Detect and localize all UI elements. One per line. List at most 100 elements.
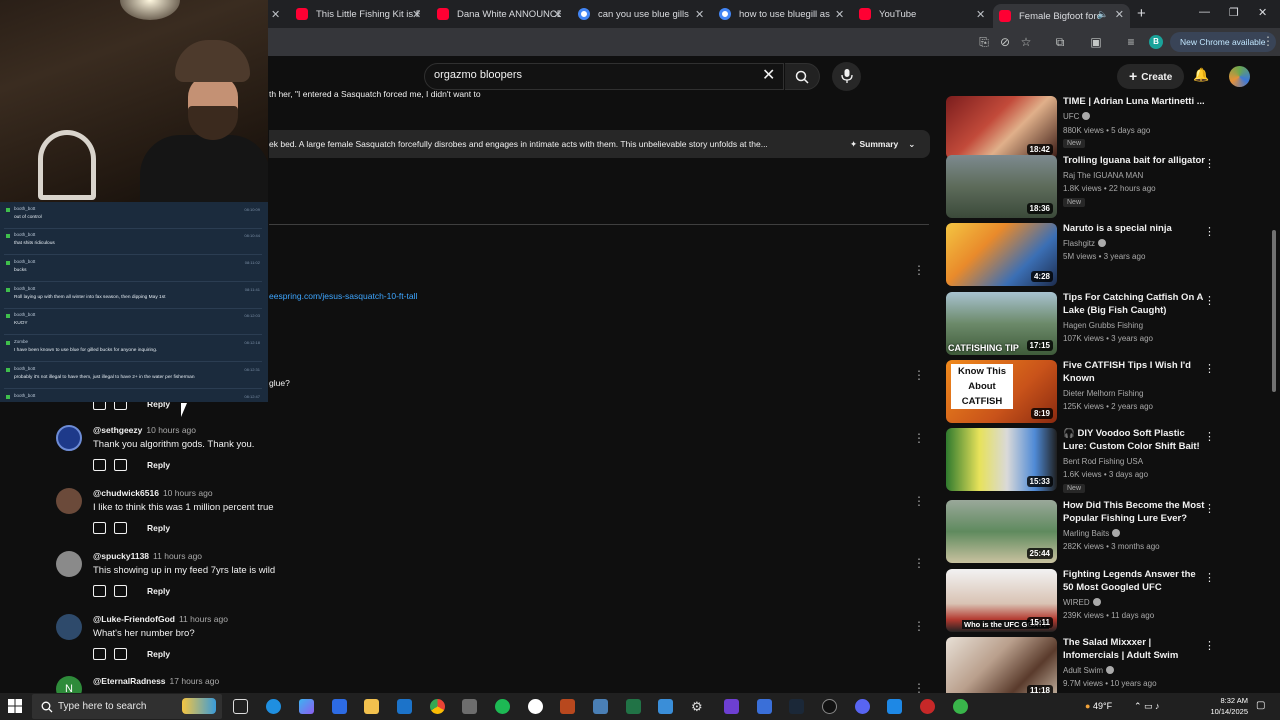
- sidebar-video[interactable]: 25:44 How Did This Become the Most Popul…: [946, 500, 1266, 566]
- sidebar-video[interactable]: 18:42 TIME | Adrian Luna Martinetti ... …: [946, 96, 1266, 162]
- more-icon[interactable]: ⋮: [913, 619, 925, 633]
- comment-author[interactable]: @EternalRadness 17 hours ago: [93, 676, 219, 686]
- reply-button[interactable]: Reply: [147, 523, 170, 533]
- channel-name[interactable]: Marling Baits: [1063, 529, 1121, 538]
- sidebar-video[interactable]: Know This About CATFISH 8:19 Five CATFIS…: [946, 360, 1266, 426]
- edge-icon[interactable]: [266, 699, 281, 714]
- video-thumbnail[interactable]: 11:18: [946, 637, 1057, 700]
- comment-author[interactable]: @chudwick6516 10 hours ago: [93, 488, 213, 498]
- channel-name[interactable]: Flashgitz: [1063, 239, 1107, 248]
- close-window-icon[interactable]: ✕: [1258, 6, 1267, 19]
- sidepanel-icon[interactable]: ▣: [1089, 35, 1103, 49]
- calculator-icon[interactable]: [626, 699, 641, 714]
- more-icon[interactable]: ⋮: [1204, 294, 1215, 307]
- sidebar-video[interactable]: 18:36 Trolling Iguana bait for alligator…: [946, 155, 1266, 221]
- tab-0[interactable]: This Little Fishing Kit is Fir: [290, 3, 430, 25]
- comment-author[interactable]: @Luke-FriendofGod 11 hours ago: [93, 614, 228, 624]
- avatar[interactable]: [56, 488, 82, 514]
- video-thumbnail[interactable]: 15:33: [946, 428, 1057, 491]
- channel-name[interactable]: UFC: [1063, 112, 1091, 121]
- notification-icon[interactable]: ▢: [1256, 700, 1265, 711]
- tab-2[interactable]: can you use blue gills for: [572, 3, 712, 25]
- reply-button[interactable]: Reply: [147, 586, 170, 596]
- discord-icon[interactable]: [855, 699, 870, 714]
- dislike-icon[interactable]: [114, 522, 127, 534]
- channel-name[interactable]: Hagen Grubbs Fishing: [1063, 321, 1143, 330]
- comment-author[interactable]: @spucky1138 11 hours ago: [93, 551, 202, 561]
- more-icon[interactable]: ⋮: [913, 494, 925, 508]
- app-icon[interactable]: [887, 699, 902, 714]
- clear-search-icon[interactable]: ✕: [762, 65, 775, 85]
- video-thumbnail[interactable]: 4:28: [946, 223, 1057, 286]
- tray-icons[interactable]: ⌃ ▭ ♪: [1134, 701, 1160, 712]
- cast-icon[interactable]: ⎘: [977, 35, 991, 49]
- video-title[interactable]: Fighting Legends Answer the 50 Most Goog…: [1063, 569, 1205, 594]
- channel-name[interactable]: WIRED: [1063, 598, 1101, 607]
- video-title[interactable]: The Salad Mixxxer | Infomercials | Adult…: [1063, 637, 1205, 662]
- more-icon[interactable]: ⋮: [1204, 571, 1215, 584]
- summary-button[interactable]: ✦ Summary ⌄: [850, 139, 915, 150]
- video-title[interactable]: Five CATFISH Tips I Wish I'd Known: [1063, 360, 1205, 385]
- file-explorer-icon[interactable]: [364, 699, 379, 714]
- app-icon[interactable]: [560, 699, 575, 714]
- create-button[interactable]: + Create: [1117, 64, 1185, 89]
- video-title[interactable]: TIME | Adrian Luna Martinetti ...: [1063, 96, 1205, 109]
- app-icon[interactable]: [724, 699, 739, 714]
- close-icon[interactable]: ✕: [835, 8, 844, 21]
- more-icon[interactable]: ⋮: [1204, 639, 1215, 652]
- channel-name[interactable]: Bent Rod Fishing USA: [1063, 457, 1143, 466]
- tab-4[interactable]: YouTube: [853, 3, 983, 25]
- store-icon[interactable]: [332, 699, 347, 714]
- like-icon[interactable]: [93, 459, 106, 471]
- close-icon[interactable]: ✕: [412, 8, 421, 21]
- avatar[interactable]: [56, 551, 82, 577]
- app-icon[interactable]: [822, 699, 837, 714]
- chrome-icon[interactable]: [430, 699, 445, 714]
- spotify-icon[interactable]: [495, 699, 510, 714]
- chrome-menu-icon[interactable]: ⋮: [1262, 34, 1274, 48]
- app-icon[interactable]: [920, 699, 935, 714]
- video-title[interactable]: Trolling Iguana bait for alligator: [1063, 155, 1205, 168]
- description-link[interactable]: eespring.com/jesus-sasquatch-10-ft-tall: [269, 291, 417, 301]
- video-thumbnail[interactable]: 18:42: [946, 96, 1057, 159]
- channel-name[interactable]: Raj The IGUANA MAN: [1063, 171, 1143, 180]
- video-title[interactable]: Tips For Catching Catfish On A Lake (Big…: [1063, 292, 1205, 317]
- steam-icon[interactable]: [789, 699, 804, 714]
- video-title[interactable]: Naruto is a special ninja: [1063, 223, 1205, 236]
- close-icon[interactable]: ✕: [695, 8, 704, 21]
- close-icon[interactable]: ✕: [271, 8, 280, 21]
- app-icon[interactable]: [593, 699, 608, 714]
- avatar[interactable]: [56, 425, 82, 451]
- like-icon[interactable]: [93, 522, 106, 534]
- copilot-icon[interactable]: [299, 699, 314, 714]
- eye-off-icon[interactable]: ⊘: [998, 35, 1012, 49]
- search-button[interactable]: [785, 63, 820, 90]
- sidebar-video[interactable]: Who is the UFC GOAT? 15:11 Fighting Lege…: [946, 569, 1266, 635]
- tab-1[interactable]: Dana White ANNOUNCES: [431, 3, 571, 25]
- extensions-icon[interactable]: ⧉: [1053, 35, 1067, 49]
- dislike-icon[interactable]: [114, 648, 127, 660]
- video-thumbnail[interactable]: CATFISHING TIP 17:15: [946, 292, 1057, 355]
- tab-3[interactable]: how to use bluegill as cut: [713, 3, 853, 25]
- bookmark-star-icon[interactable]: ☆: [1019, 35, 1033, 49]
- video-thumbnail[interactable]: 18:36: [946, 155, 1057, 218]
- page-scrollbar[interactable]: [1272, 230, 1276, 392]
- dislike-icon[interactable]: [114, 459, 127, 471]
- sidebar-video[interactable]: 15:33 🎧 DIY Voodoo Soft Plastic Lure: Cu…: [946, 428, 1266, 494]
- reply-button[interactable]: Reply: [147, 460, 170, 470]
- app-icon[interactable]: [528, 699, 543, 714]
- media-icon[interactable]: ≡: [1124, 35, 1138, 49]
- more-icon[interactable]: ⋮: [1204, 225, 1215, 238]
- more-icon[interactable]: ⋮: [1204, 430, 1215, 443]
- channel-name[interactable]: Adult Swim: [1063, 666, 1115, 675]
- windows-start-icon[interactable]: [8, 699, 22, 713]
- reply-button[interactable]: Reply: [147, 649, 170, 659]
- account-avatar[interactable]: [1229, 66, 1250, 87]
- app-icon[interactable]: [658, 699, 673, 714]
- app-icon[interactable]: [953, 699, 968, 714]
- more-icon[interactable]: ⋮: [913, 368, 925, 382]
- more-icon[interactable]: ⋮: [913, 556, 925, 570]
- task-view-icon[interactable]: [233, 699, 248, 714]
- video-thumbnail[interactable]: Know This About CATFISH 8:19: [946, 360, 1057, 423]
- tab-5-active[interactable]: Female Bigfoot forcef 🔈 ✕: [993, 4, 1130, 28]
